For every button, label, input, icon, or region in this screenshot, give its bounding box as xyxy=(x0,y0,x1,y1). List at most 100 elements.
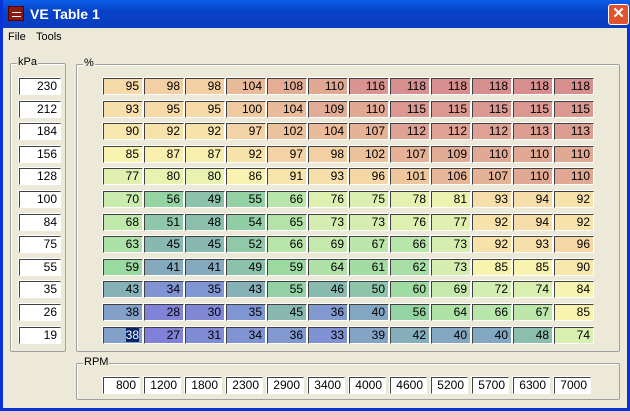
ve-cell[interactable]: 74 xyxy=(554,326,594,344)
kpa-cell[interactable]: 19 xyxy=(19,326,61,344)
ve-cell[interactable]: 73 xyxy=(349,213,389,231)
ve-cell[interactable]: 115 xyxy=(431,100,471,118)
ve-cell[interactable]: 51 xyxy=(144,213,184,231)
rpm-cell[interactable]: 1200 xyxy=(144,377,181,394)
ve-cell[interactable]: 76 xyxy=(390,213,430,231)
ve-cell[interactable]: 92 xyxy=(185,123,225,141)
ve-cell[interactable]: 113 xyxy=(513,123,553,141)
ve-cell[interactable]: 35 xyxy=(185,281,225,299)
ve-cell[interactable]: 85 xyxy=(554,304,594,321)
kpa-cell[interactable]: 100 xyxy=(19,191,61,208)
ve-cell[interactable]: 102 xyxy=(349,145,389,163)
ve-cell[interactable]: 80 xyxy=(185,168,225,186)
ve-cell[interactable]: 27 xyxy=(144,326,184,344)
rpm-cell[interactable]: 6300 xyxy=(513,377,550,394)
ve-cell[interactable]: 45 xyxy=(144,236,184,254)
ve-cell[interactable]: 43 xyxy=(226,281,266,299)
ve-cell[interactable]: 78 xyxy=(390,191,430,208)
ve-cell[interactable]: 96 xyxy=(554,236,594,254)
kpa-cell[interactable]: 128 xyxy=(19,168,61,186)
ve-cell[interactable]: 98 xyxy=(308,145,348,163)
ve-cell[interactable]: 108 xyxy=(267,78,307,95)
ve-cell[interactable]: 67 xyxy=(513,304,553,321)
ve-cell[interactable]: 112 xyxy=(472,123,512,141)
ve-cell[interactable]: 110 xyxy=(513,168,553,186)
ve-cell[interactable]: 48 xyxy=(185,213,225,231)
ve-cell[interactable]: 45 xyxy=(185,236,225,254)
ve-cell[interactable]: 92 xyxy=(472,236,512,254)
ve-cell[interactable]: 118 xyxy=(513,78,553,95)
ve-cell[interactable]: 56 xyxy=(390,304,430,321)
kpa-cell[interactable]: 212 xyxy=(19,100,61,118)
ve-cell[interactable]: 102 xyxy=(267,123,307,141)
ve-cell[interactable]: 64 xyxy=(308,258,348,276)
ve-cell[interactable]: 66 xyxy=(267,191,307,208)
ve-cell[interactable]: 69 xyxy=(308,236,348,254)
rpm-cell[interactable]: 7000 xyxy=(554,377,591,394)
ve-cell[interactable]: 49 xyxy=(185,191,225,208)
ve-cell[interactable]: 48 xyxy=(513,326,553,344)
ve-cell[interactable]: 80 xyxy=(144,168,184,186)
ve-cell[interactable]: 77 xyxy=(103,168,143,186)
menu-file[interactable]: File xyxy=(8,31,26,43)
ve-cell[interactable]: 94 xyxy=(513,213,553,231)
rpm-cell[interactable]: 4600 xyxy=(390,377,427,394)
ve-cell[interactable]: 66 xyxy=(267,236,307,254)
kpa-cell[interactable]: 55 xyxy=(19,258,61,276)
rpm-cell[interactable]: 2300 xyxy=(226,377,263,394)
ve-cell[interactable]: 45 xyxy=(267,304,307,321)
ve-cell[interactable]: 92 xyxy=(472,213,512,231)
ve-cell[interactable]: 107 xyxy=(390,145,430,163)
ve-cell[interactable]: 65 xyxy=(267,213,307,231)
ve-cell[interactable]: 95 xyxy=(103,78,143,95)
ve-cell[interactable]: 40 xyxy=(472,326,512,344)
ve-cell[interactable]: 42 xyxy=(390,326,430,344)
ve-cell[interactable]: 70 xyxy=(103,191,143,208)
rpm-cell[interactable]: 5700 xyxy=(472,377,509,394)
ve-cell[interactable]: 68 xyxy=(103,213,143,231)
rpm-cell[interactable]: 5200 xyxy=(431,377,468,394)
ve-cell[interactable]: 66 xyxy=(390,236,430,254)
ve-cell[interactable]: 101 xyxy=(390,168,430,186)
ve-cell[interactable]: 93 xyxy=(308,168,348,186)
ve-cell[interactable]: 110 xyxy=(554,145,594,163)
ve-cell[interactable]: 54 xyxy=(226,213,266,231)
ve-cell[interactable]: 59 xyxy=(267,258,307,276)
rpm-cell[interactable]: 3400 xyxy=(308,377,345,394)
ve-cell[interactable]: 110 xyxy=(308,78,348,95)
ve-cell[interactable]: 106 xyxy=(431,168,471,186)
ve-cell[interactable]: 104 xyxy=(308,123,348,141)
kpa-cell[interactable]: 35 xyxy=(19,281,61,299)
ve-cell[interactable]: 98 xyxy=(144,78,184,95)
ve-cell[interactable]: 28 xyxy=(144,304,184,321)
ve-cell[interactable]: 109 xyxy=(308,100,348,118)
ve-cell[interactable]: 92 xyxy=(144,123,184,141)
ve-cell[interactable]: 46 xyxy=(308,281,348,299)
ve-cell[interactable]: 87 xyxy=(185,145,225,163)
ve-cell[interactable]: 56 xyxy=(144,191,184,208)
kpa-cell[interactable]: 26 xyxy=(19,304,61,321)
ve-cell[interactable]: 55 xyxy=(267,281,307,299)
ve-cell[interactable]: 67 xyxy=(349,236,389,254)
ve-cell[interactable]: 64 xyxy=(431,304,471,321)
ve-cell[interactable]: 97 xyxy=(267,145,307,163)
ve-cell[interactable]: 110 xyxy=(513,145,553,163)
ve-cell[interactable]: 95 xyxy=(185,100,225,118)
ve-cell[interactable]: 59 xyxy=(103,258,143,276)
ve-cell[interactable]: 63 xyxy=(103,236,143,254)
ve-cell[interactable]: 39 xyxy=(349,326,389,344)
ve-cell[interactable]: 30 xyxy=(185,304,225,321)
ve-cell[interactable]: 90 xyxy=(554,258,594,276)
ve-cell[interactable]: 73 xyxy=(308,213,348,231)
ve-cell[interactable]: 31 xyxy=(185,326,225,344)
ve-cell[interactable]: 38 xyxy=(103,326,143,344)
ve-cell[interactable]: 96 xyxy=(349,168,389,186)
ve-cell[interactable]: 110 xyxy=(472,145,512,163)
ve-cell[interactable]: 116 xyxy=(349,78,389,95)
ve-cell[interactable]: 55 xyxy=(226,191,266,208)
ve-cell[interactable]: 41 xyxy=(144,258,184,276)
ve-cell[interactable]: 52 xyxy=(226,236,266,254)
ve-cell[interactable]: 36 xyxy=(308,304,348,321)
ve-cell[interactable]: 92 xyxy=(554,213,594,231)
ve-cell[interactable]: 104 xyxy=(226,78,266,95)
